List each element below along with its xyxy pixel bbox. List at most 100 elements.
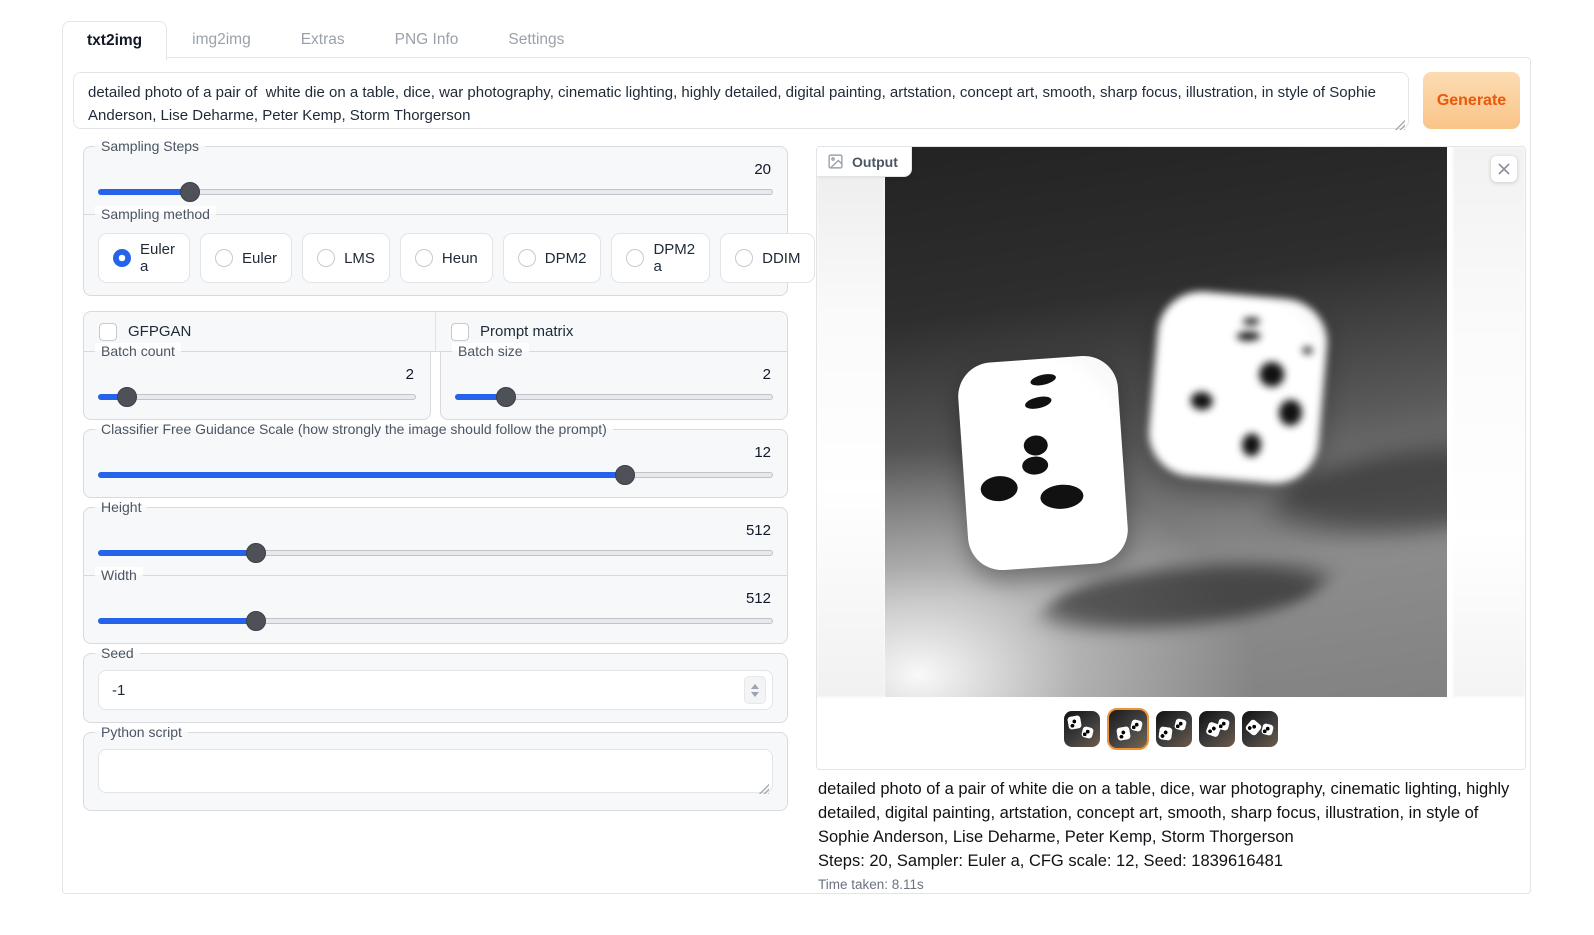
sampling-steps-slider[interactable] — [98, 182, 773, 202]
height-slider[interactable] — [98, 543, 773, 563]
close-button[interactable] — [1491, 156, 1517, 182]
height-group: Height 512 — [83, 507, 788, 576]
radio-dot-icon — [415, 249, 433, 267]
tab-txt2img[interactable]: txt2img — [62, 21, 167, 60]
batch-size-slider[interactable] — [455, 387, 773, 407]
python-script-input[interactable] — [98, 749, 773, 793]
thumbnail-4[interactable] — [1199, 711, 1235, 747]
close-icon — [1498, 163, 1510, 175]
die-shadow — [1026, 556, 1344, 636]
generation-info: detailed photo of a pair of white die on… — [816, 778, 1516, 892]
output-gallery: Output — [816, 146, 1526, 770]
toggles-panel: GFPGAN Prompt matrix — [83, 311, 788, 352]
thumbnail-5[interactable] — [1242, 711, 1278, 747]
radio-heun[interactable]: Heun — [400, 233, 493, 283]
thumbnail-1[interactable] — [1064, 711, 1100, 747]
radio-lms[interactable]: LMS — [302, 233, 390, 283]
gfpgan-label: GFPGAN — [128, 323, 191, 340]
tab-img2img[interactable]: img2img — [167, 20, 276, 59]
batch-count-group: Batch count 2 — [83, 351, 431, 420]
slider-fill — [98, 189, 190, 195]
image-icon — [827, 153, 844, 170]
batch-count-label: Batch count — [95, 343, 181, 360]
caption-time: Time taken: 8.11s — [818, 877, 1516, 892]
batch-count-value: 2 — [98, 366, 416, 384]
batch-size-group: Batch size 2 — [440, 351, 788, 420]
settings-column: Sampling Steps 20 Sampling method Euler … — [83, 146, 788, 892]
slider-fill — [98, 472, 625, 478]
seed-wrap — [98, 670, 773, 710]
tab-settings[interactable]: Settings — [483, 20, 589, 59]
prompt-row: detailed photo of a pair of white die on… — [73, 72, 1520, 134]
radio-label: DDIM — [762, 250, 800, 267]
radio-dot-icon — [518, 249, 536, 267]
prompt-input[interactable]: detailed photo of a pair of white die on… — [73, 72, 1409, 129]
radio-label: DPM2 — [545, 250, 587, 267]
slider-fill — [98, 550, 256, 556]
radio-dpm2[interactable]: DPM2 — [503, 233, 602, 283]
radio-label: Heun — [442, 250, 478, 267]
script-wrap — [98, 749, 773, 798]
radio-dot-icon — [215, 249, 233, 267]
radio-dot-icon — [113, 249, 131, 267]
thumbnail-strip — [1064, 708, 1278, 750]
slider-fill — [98, 618, 256, 624]
checkbox-icon — [451, 323, 469, 341]
cfg-scale-value: 12 — [98, 444, 773, 462]
width-slider[interactable] — [98, 611, 773, 631]
stepper-down-icon[interactable] — [751, 692, 759, 697]
cfg-scale-slider[interactable] — [98, 465, 773, 485]
cfg-scale-label: Classifier Free Guidance Scale (how stro… — [95, 421, 613, 438]
python-script-group: Python script — [83, 732, 788, 811]
height-label: Height — [95, 499, 147, 516]
gallery-left-band — [817, 147, 885, 697]
checkbox-icon — [99, 323, 117, 341]
sampling-method-radios: Euler a Euler LMS Heun DPM2 DPM2 a DDIM … — [98, 233, 773, 283]
caption-params: Steps: 20, Sampler: Euler a, CFG scale: … — [818, 850, 1516, 874]
radio-euler[interactable]: Euler — [200, 233, 292, 283]
sampling-method-label: Sampling method — [95, 206, 216, 223]
batch-size-label: Batch size — [452, 343, 529, 360]
batch-row: Batch count 2 Batch size 2 — [83, 351, 788, 420]
slider-handle[interactable] — [246, 543, 266, 563]
gallery-right-band — [1453, 147, 1525, 697]
radio-label: Euler a — [140, 241, 175, 275]
txt2img-panel: detailed photo of a pair of white die on… — [62, 57, 1531, 894]
sampling-steps-group: Sampling Steps 20 — [83, 146, 788, 215]
radio-dpm2-a[interactable]: DPM2 a — [611, 233, 710, 283]
output-column: Output — [816, 146, 1526, 892]
output-image[interactable] — [885, 147, 1447, 697]
slider-handle[interactable] — [615, 465, 635, 485]
sampling-steps-label: Sampling Steps — [95, 138, 205, 155]
batch-count-slider[interactable] — [98, 387, 416, 407]
stepper-up-icon[interactable] — [751, 684, 759, 689]
width-group: Width 512 — [83, 575, 788, 644]
output-tab-chip[interactable]: Output — [817, 147, 912, 177]
python-script-label: Python script — [95, 724, 188, 741]
radio-dot-icon — [735, 249, 753, 267]
width-label: Width — [95, 567, 143, 584]
height-value: 512 — [98, 522, 773, 540]
generate-button[interactable]: Generate — [1423, 72, 1520, 129]
slider-track — [98, 394, 416, 400]
thumbnail-3[interactable] — [1156, 711, 1192, 747]
slider-handle[interactable] — [117, 387, 137, 407]
seed-input[interactable] — [98, 670, 773, 710]
radio-ddim[interactable]: DDIM — [720, 233, 815, 283]
thumbnail-2-selected[interactable] — [1107, 708, 1149, 750]
radio-label: Euler — [242, 250, 277, 267]
slider-handle[interactable] — [496, 387, 516, 407]
batch-size-value: 2 — [455, 366, 773, 384]
seed-stepper[interactable] — [744, 676, 766, 704]
app-page: txt2img img2img Extras PNG Info Settings… — [0, 0, 1594, 935]
sampling-method-group: Sampling method Euler a Euler LMS Heun D… — [83, 214, 788, 296]
slider-handle[interactable] — [180, 182, 200, 202]
radio-label: DPM2 a — [653, 241, 695, 275]
tab-extras[interactable]: Extras — [276, 20, 370, 59]
slider-handle[interactable] — [246, 611, 266, 631]
prompt-box: detailed photo of a pair of white die on… — [73, 72, 1409, 134]
radio-euler-a[interactable]: Euler a — [98, 233, 190, 283]
tab-png-info[interactable]: PNG Info — [370, 20, 484, 59]
seed-group: Seed — [83, 653, 788, 723]
width-value: 512 — [98, 590, 773, 608]
